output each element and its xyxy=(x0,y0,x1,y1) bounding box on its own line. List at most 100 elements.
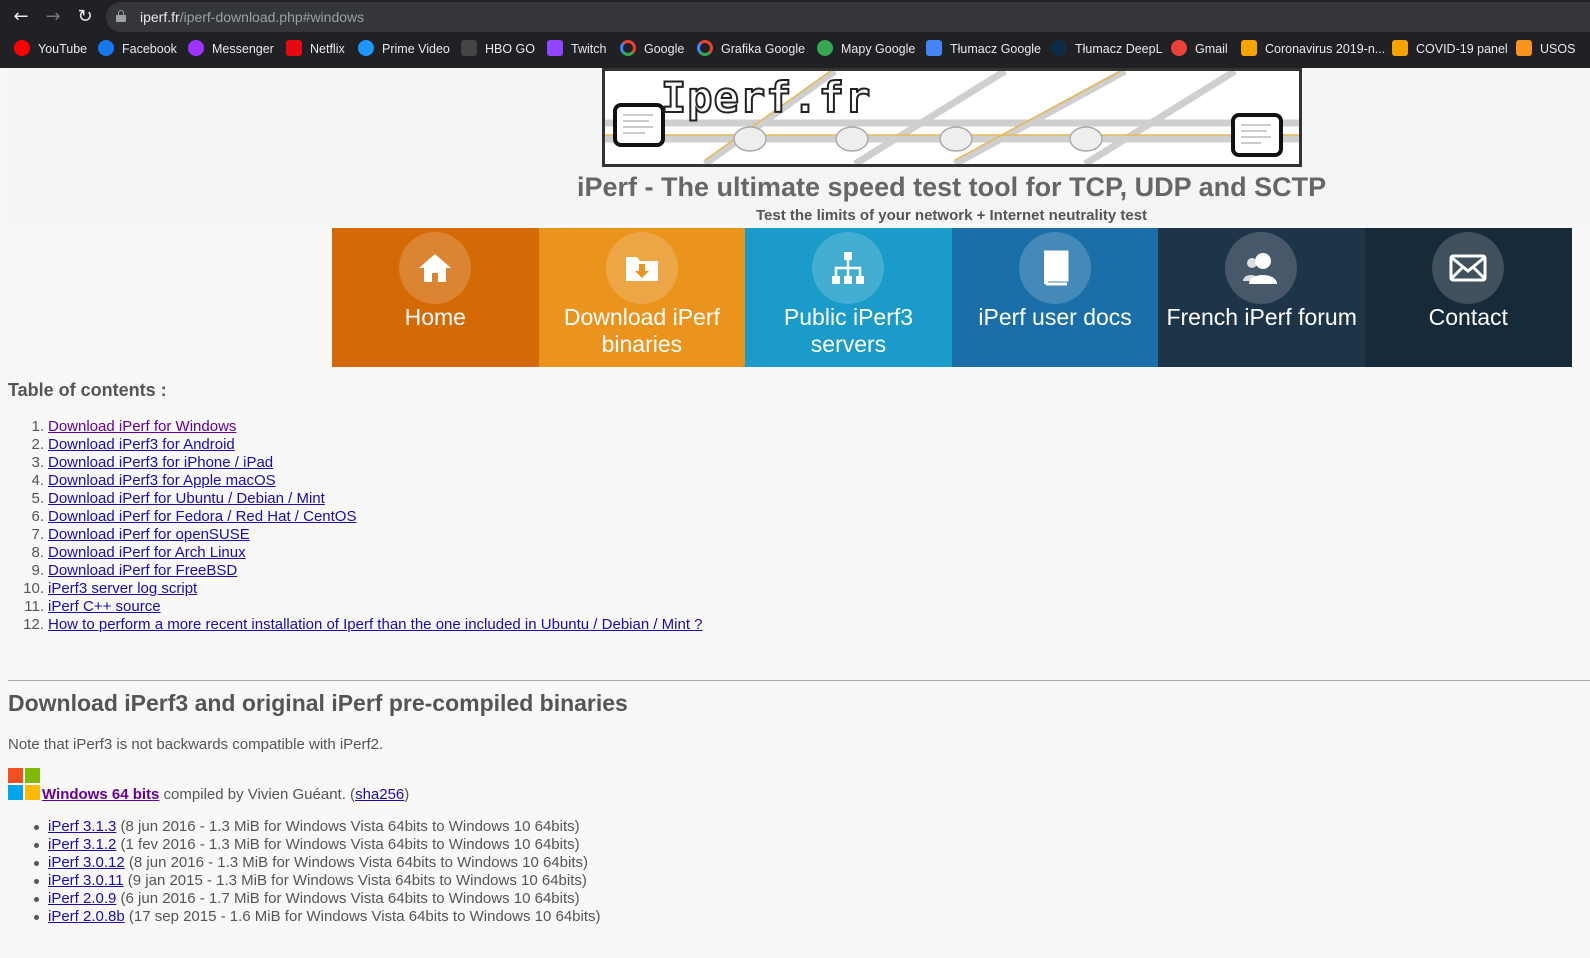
bookmark-label: COVID-19 panel xyxy=(1416,42,1508,56)
bookmark-label: YouTube xyxy=(38,42,88,56)
windows-64-link[interactable]: Windows 64 bits xyxy=(42,786,159,803)
menu-item-home[interactable]: Home xyxy=(332,228,539,367)
bookmark-4[interactable]: Netflix xyxy=(286,39,345,59)
version-download-link[interactable]: iPerf 3.0.11 xyxy=(48,872,124,889)
bookmark-label: Tłumacz DeepL xyxy=(1075,42,1163,56)
toc-link[interactable]: Download iPerf for Ubuntu / Debian / Min… xyxy=(48,490,325,507)
toc-item-number: 4. xyxy=(31,472,44,489)
toc-item: 9. Download iPerf for FreeBSD xyxy=(31,562,703,580)
facebook-icon xyxy=(98,40,114,56)
version-download-link[interactable]: iPerf 3.1.3 xyxy=(48,818,116,835)
toc-item-number: 12. xyxy=(23,616,44,633)
bookmark-10[interactable]: Mapy Google xyxy=(817,39,915,59)
forward-arrow-icon[interactable]: → xyxy=(42,6,64,28)
menu-item-french-iperf-forum[interactable]: French iPerf forum xyxy=(1158,228,1365,367)
toc-item-number: 1. xyxy=(31,418,44,435)
bookmark-15[interactable]: COVID-19 panel xyxy=(1392,39,1508,59)
version-download-link[interactable]: iPerf 3.1.2 xyxy=(48,836,116,853)
toc-item-number: 2. xyxy=(31,436,44,453)
back-arrow-icon[interactable]: ← xyxy=(10,6,32,28)
toc-link[interactable]: Download iPerf3 for iPhone / iPad xyxy=(48,454,273,471)
bookmark-12[interactable]: Tłumacz DeepL xyxy=(1051,39,1163,59)
site-banner[interactable]: Iperf.fr xyxy=(602,68,1302,167)
bookmark-14[interactable]: Coronavirus 2019-n... xyxy=(1241,39,1385,59)
toc-link[interactable]: iPerf C++ source xyxy=(48,598,161,615)
main-menu: Home Download iPerf binaries Public iPerf3… xyxy=(332,228,1572,367)
envelope-icon xyxy=(1431,232,1504,304)
bookmark-label: Prime Video xyxy=(382,42,450,56)
toc-item: 5. Download iPerf for Ubuntu / Debian / M… xyxy=(31,490,703,508)
bookmark-label: Tłumacz Google xyxy=(950,42,1042,56)
menu-item-label: French iPerf forum xyxy=(1166,304,1357,330)
bookmark-16[interactable]: USOS xyxy=(1516,39,1575,59)
version-download-link[interactable]: iPerf 2.0.9 xyxy=(48,890,116,907)
toc-link[interactable]: Download iPerf for Fedora / Red Hat / Ce… xyxy=(48,508,356,525)
bookmark-6[interactable]: HBO GO xyxy=(461,39,535,59)
version-description: (6 jun 2016 - 1.7 MiB for Windows Vista … xyxy=(116,890,580,907)
reload-icon[interactable]: ↻ xyxy=(74,6,96,28)
translate-icon xyxy=(926,40,942,56)
bookmark-3[interactable]: Messenger xyxy=(188,39,274,59)
toc-item-number: 6. xyxy=(31,508,44,525)
version-description: (8 jun 2016 - 1.3 MiB for Windows Vista … xyxy=(124,854,588,871)
toc-item-number: 3. xyxy=(31,454,44,471)
menu-item-contact[interactable]: Contact xyxy=(1364,228,1572,367)
page-content: Iperf.fr iPerf - The ultimate speed test… xyxy=(0,68,1590,958)
toc-link[interactable]: Download iPerf for Windows xyxy=(48,418,236,435)
toc-item: 12. How to perform a more recent installa… xyxy=(23,616,703,634)
bookmark-13[interactable]: Gmail xyxy=(1171,39,1228,59)
url-host: iperf.fr xyxy=(140,9,180,25)
gmail-icon xyxy=(1171,40,1187,56)
lock-icon[interactable] xyxy=(116,10,126,22)
windows-version-list: iPerf 3.1.3 (8 jun 2016 - 1.3 MiB for Wi… xyxy=(34,818,601,926)
bookmark-label: Grafika Google xyxy=(721,42,806,56)
bookmark-1[interactable]: YouTube xyxy=(14,39,87,59)
network-icon xyxy=(812,232,885,304)
version-description: (8 jun 2016 - 1.3 MiB for Windows Vista … xyxy=(116,818,580,835)
bookmarks-bar: YouTube Facebook Messenger Netflix Prime Vid… xyxy=(0,36,1590,62)
menu-item-label: Home xyxy=(404,304,466,330)
bookmark-9[interactable]: Grafika Google xyxy=(697,39,805,59)
bookmark-5[interactable]: Prime Video xyxy=(358,39,450,59)
toc-item: 1. Download iPerf for Windows xyxy=(31,418,703,436)
messenger-icon xyxy=(188,40,204,56)
sha256-link[interactable]: sha256 xyxy=(355,786,404,803)
bookmark-label: Twitch xyxy=(571,42,607,56)
browser-chrome: ← → ↻ iperf.fr/iperf-download.php#window… xyxy=(0,0,1590,68)
bookmark-11[interactable]: Tłumacz Google xyxy=(926,39,1041,59)
toc-link[interactable]: Download iPerf3 for Android xyxy=(48,436,235,453)
section-heading: Download iPerf3 and original iPerf pre-c… xyxy=(8,690,628,716)
menu-item-iperf-user-docs[interactable]: iPerf user docs xyxy=(951,228,1159,367)
youtube-icon xyxy=(14,40,30,56)
download-folder-icon xyxy=(605,232,678,304)
toc-link[interactable]: Download iPerf for FreeBSD xyxy=(48,562,237,579)
bookmark-7[interactable]: Twitch xyxy=(547,39,606,59)
home-icon xyxy=(399,232,471,304)
toc-link[interactable]: Download iPerf for openSUSE xyxy=(48,526,250,543)
toc-item: 10. iPerf3 server log script xyxy=(23,580,703,598)
url-text[interactable]: iperf.fr/iperf-download.php#windows xyxy=(140,9,364,25)
bookmark-2[interactable]: Facebook xyxy=(98,39,177,59)
version-download-link[interactable]: iPerf 3.0.12 xyxy=(48,854,125,871)
toc-link[interactable]: How to perform a more recent installatio… xyxy=(48,616,703,633)
menu-item-label: Download iPerf binaries xyxy=(563,304,720,357)
toc-link[interactable]: Download iPerf for Arch Linux xyxy=(48,544,246,561)
sha-close-paren: ) xyxy=(404,786,410,803)
google-icon xyxy=(620,40,636,56)
site-subtitle: Test the limits of your network + Intern… xyxy=(756,207,1148,224)
address-bar[interactable]: iperf.fr/iperf-download.php#windows xyxy=(106,2,1590,32)
toc-item-number: 5. xyxy=(31,490,44,507)
version-download-link[interactable]: iPerf 2.0.8b xyxy=(48,908,125,925)
windows-download-text: Windows 64 bits compiled by Vivien Guéan… xyxy=(42,786,409,803)
google-icon xyxy=(697,40,713,56)
menu-item-download-iperf-binaries[interactable]: Download iPerf binaries xyxy=(538,228,746,367)
toc-link[interactable]: iPerf3 server log script xyxy=(48,580,197,597)
toc-item: 8. Download iPerf for Arch Linux xyxy=(31,544,703,562)
bookmark-8[interactable]: Google xyxy=(620,39,684,59)
menu-item-public-iperf3-servers[interactable]: Public iPerf3 servers xyxy=(745,228,952,367)
toc-item: 11. iPerf C++ source xyxy=(24,598,703,616)
toc-link[interactable]: Download iPerf3 for Apple macOS xyxy=(48,472,276,489)
version-description: (9 jan 2015 - 1.3 MiB for Windows Vista … xyxy=(123,872,587,889)
users-icon xyxy=(1225,232,1298,304)
version-item: iPerf 3.1.3 (8 jun 2016 - 1.3 MiB for Wi… xyxy=(34,818,601,836)
